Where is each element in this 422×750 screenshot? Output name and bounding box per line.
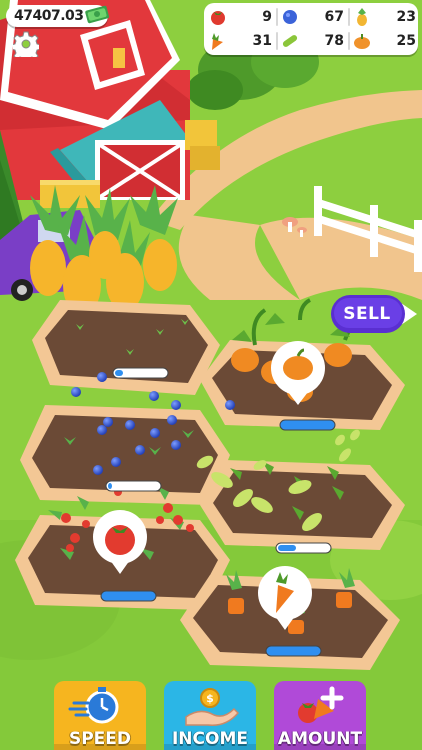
divider bbox=[276, 8, 278, 26]
income-label: INCOME bbox=[171, 729, 248, 749]
tomato-icon bbox=[211, 11, 225, 25]
inventory-blueberry: 67 bbox=[280, 6, 348, 28]
crops-plus-icon bbox=[298, 686, 344, 723]
cucumber-count: 78 bbox=[324, 33, 344, 49]
sell-button[interactable]: SELL bbox=[331, 295, 417, 333]
inventory-pineapple: 23 bbox=[352, 6, 420, 28]
amount-upgrade-button[interactable]: AMOUNT bbox=[274, 681, 366, 750]
blueberry-icon bbox=[283, 10, 297, 24]
pumpkin-icon bbox=[354, 34, 370, 49]
inventory-pumpkin: 25 bbox=[352, 30, 420, 52]
cucumber-icon bbox=[282, 35, 298, 47]
cash-icon bbox=[85, 5, 109, 24]
speed-upgrade-button[interactable]: SPEED bbox=[54, 681, 146, 750]
pumpkin-count: 25 bbox=[396, 33, 416, 49]
carrot-count: 31 bbox=[252, 33, 272, 49]
blueberry-count: 67 bbox=[324, 9, 344, 25]
inventory-tomato: 9 bbox=[208, 6, 276, 28]
divider bbox=[276, 32, 278, 50]
pineapple-icon bbox=[357, 8, 367, 26]
sell-label: SELL bbox=[343, 304, 391, 324]
pineapple-count: 23 bbox=[396, 9, 416, 25]
income-upgrade-button[interactable]: $ INCOME bbox=[164, 681, 256, 750]
farm-scene bbox=[0, 0, 422, 750]
inventory-cucumber: 78 bbox=[280, 30, 348, 52]
svg-text:$: $ bbox=[206, 692, 214, 705]
inventory-carrot: 31 bbox=[208, 30, 276, 52]
stopwatch-icon bbox=[68, 687, 119, 724]
money-counter: 47407.03 bbox=[6, 5, 109, 27]
speed-label: SPEED bbox=[68, 729, 132, 749]
crop-inventory-panel: 9 67 23 31 78 25 bbox=[204, 3, 418, 55]
money-value: 47407.03 bbox=[14, 8, 84, 24]
tomato-count: 9 bbox=[262, 9, 272, 25]
divider bbox=[348, 8, 350, 26]
coin-hand-icon: $ bbox=[185, 688, 240, 726]
carrot-icon bbox=[212, 33, 223, 50]
amount-label: AMOUNT bbox=[277, 729, 363, 749]
divider bbox=[348, 32, 350, 50]
settings-gear-icon[interactable] bbox=[13, 31, 39, 57]
